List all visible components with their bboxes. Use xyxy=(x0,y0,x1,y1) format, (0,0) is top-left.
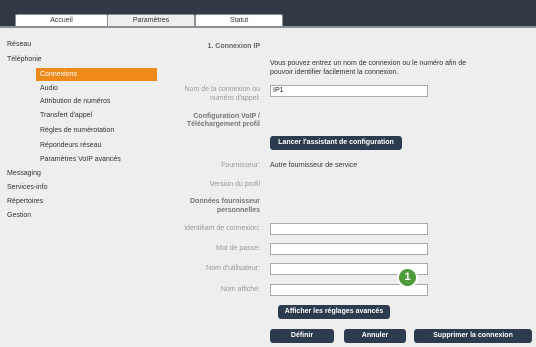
password-input[interactable] xyxy=(270,243,428,255)
sidebar-item-audio[interactable]: Audio xyxy=(40,85,58,92)
username-label: Nom d'utilisateur: xyxy=(206,265,260,272)
personal-data-label-line-2: personnelles xyxy=(216,207,260,214)
top-navigation-bar: Accueil Paramètres Statut xyxy=(0,0,536,27)
provider-label: Fournisseur: xyxy=(221,162,260,169)
define-button[interactable]: Définir xyxy=(270,329,334,343)
sidebar-item-services-info[interactable]: Services-info xyxy=(7,184,47,191)
sidebar-item-connexions[interactable]: Connexions xyxy=(36,68,157,81)
provider-value: Autre fournisseur de service xyxy=(270,162,358,169)
profile-version-label: Version du profil xyxy=(209,181,260,188)
main-content: Réseau Téléphonie Connexions Audio Attri… xyxy=(0,28,536,347)
advanced-settings-button[interactable]: Afficher les réglages avancés xyxy=(278,305,390,319)
sidebar-item-transfert[interactable]: Transfert d'appel xyxy=(40,112,92,119)
sidebar-item-attribution[interactable]: Attribution de numéros xyxy=(40,98,110,105)
sidebar-item-regles[interactable]: Règles de numérotation xyxy=(40,127,114,134)
sidebar-item-messaging[interactable]: Messaging xyxy=(7,170,41,177)
connection-name-label-line-1: Nom de la connexion ou xyxy=(184,86,261,93)
sidebar-item-repertoires[interactable]: Répertoires xyxy=(7,198,43,205)
delete-connection-button[interactable]: Supprimer la connexion xyxy=(414,329,532,343)
personal-data-label-line-1: Données fournisseur xyxy=(189,198,260,205)
sidebar-item-telephonie[interactable]: Téléphonie xyxy=(7,56,42,63)
intro-text-line-2: pouvoir identifier facilement la connexi… xyxy=(270,69,399,76)
annotation-badge: 1 xyxy=(397,267,418,288)
section-title: 1. Connexion IP xyxy=(207,43,260,50)
display-name-label: Nom affiché: xyxy=(220,286,260,293)
sidebar-item-gestion[interactable]: Gestion xyxy=(7,212,31,219)
connection-name-input[interactable]: IP1 xyxy=(270,85,428,97)
sidebar-item-reseau[interactable]: Réseau xyxy=(7,41,31,48)
auth-id-input[interactable] xyxy=(270,223,428,235)
password-label: Mot de passe: xyxy=(216,245,260,252)
configuration-wizard-button[interactable]: Lancer l'assistant de configuration xyxy=(270,136,402,150)
sidebar-item-repondeurs[interactable]: Répondeurs réseau xyxy=(40,142,102,149)
intro-text-line-1: Vous pouvez entrez un nom de connexion o… xyxy=(270,60,467,67)
voip-config-label-line-2: Téléchargement profil xyxy=(186,121,260,128)
auth-id-label: Identifiant de connexion: xyxy=(184,225,260,232)
cancel-button[interactable]: Annuler xyxy=(344,329,406,343)
sidebar: Réseau Téléphonie Connexions Audio Attri… xyxy=(0,28,160,347)
sidebar-item-voip-avances[interactable]: Paramètres VoIP avancés xyxy=(40,156,121,163)
connection-name-label-line-2: numéro d'appel: xyxy=(210,95,260,102)
